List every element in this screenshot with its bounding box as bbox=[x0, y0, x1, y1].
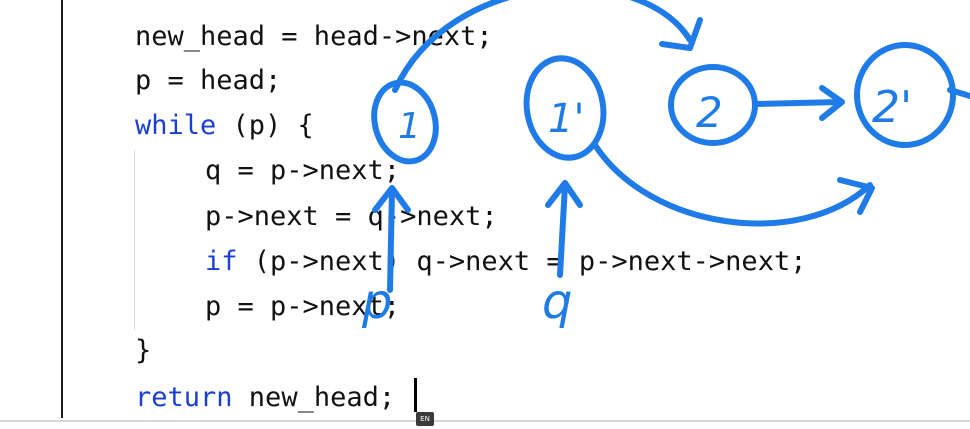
divider bbox=[0, 420, 970, 422]
input-method-badge[interactable]: EN bbox=[416, 412, 434, 426]
code-text: (p->next) q->next = p->next->next; bbox=[237, 246, 807, 277]
code-line-return: return new_head; bbox=[135, 383, 395, 413]
code-line-q-assign: q = p->next; bbox=[205, 155, 401, 186]
code-line-p-advance: p = p->next; bbox=[205, 291, 401, 322]
indent-guide bbox=[134, 150, 135, 330]
text-cursor bbox=[414, 378, 417, 412]
code-line-close-brace: } bbox=[135, 335, 152, 366]
code-line-p-next-assign: p->next = q->next; bbox=[205, 201, 498, 232]
keyword-while: while bbox=[135, 110, 217, 141]
code-line-new-head: new_head = head->next; bbox=[135, 21, 493, 52]
keyword-if: if bbox=[205, 246, 238, 277]
code-text: (p) { bbox=[216, 110, 314, 141]
code-editor[interactable]: new_head = head->next; p = head; while (… bbox=[0, 0, 970, 429]
gutter-separator bbox=[61, 0, 63, 418]
code-text: new_head; bbox=[232, 382, 396, 413]
code-line-p-assign: p = head; bbox=[135, 65, 282, 96]
code-line-if: if (p->next) q->next = p->next->next; bbox=[205, 247, 806, 277]
code-line-while: while (p) { bbox=[135, 111, 314, 141]
keyword-return: return bbox=[135, 382, 233, 413]
